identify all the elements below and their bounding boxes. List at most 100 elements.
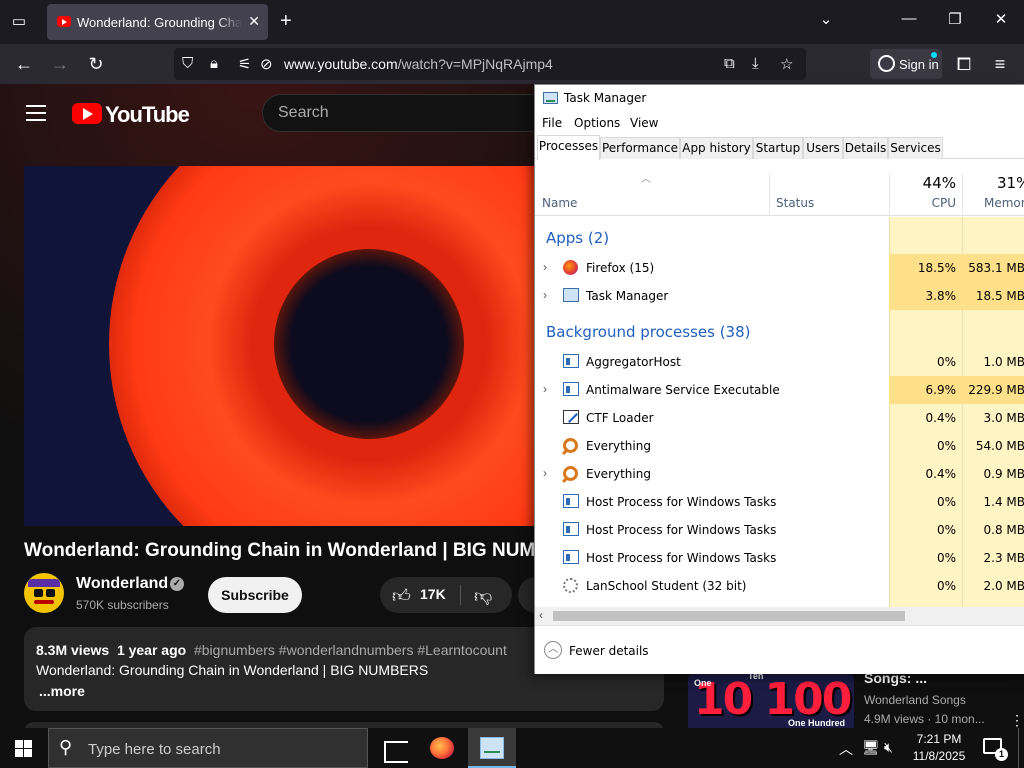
bookmark-star-icon[interactable]: ☆	[780, 55, 793, 73]
memory-total[interactable]: 31%	[997, 174, 1024, 192]
channel-avatar[interactable]	[24, 573, 64, 613]
process-row[interactable]: Host Process for Windows Tasks 0% 2.3 MB	[535, 544, 1024, 572]
lanschool-icon	[563, 578, 578, 593]
subscribe-button[interactable]: Subscribe	[208, 577, 302, 613]
group-apps[interactable]: Apps (2)	[546, 229, 609, 247]
minimize-button[interactable]: —	[897, 10, 921, 27]
clock-date: 11/8/2025	[912, 749, 966, 763]
taskbar-task-manager-button[interactable]	[468, 728, 516, 768]
process-row[interactable]: AggregatorHost 0% 1.0 MB	[535, 348, 1024, 376]
youtube-search-input[interactable]: Search	[262, 94, 562, 132]
windows-start-icon[interactable]	[15, 740, 32, 757]
new-tab-button[interactable]: +	[280, 10, 292, 33]
task-view-icon	[384, 741, 408, 763]
process-row[interactable]: › Firefox (15) 18.5% 583.1 MB	[535, 254, 1024, 282]
scrollbar-thumb[interactable]	[553, 611, 905, 621]
reload-icon[interactable]: ↻	[84, 54, 108, 75]
process-row[interactable]: › Antimalware Service Executable 6.9% 22…	[535, 376, 1024, 404]
taskbar-search-box[interactable]: ⚲ Type here to search	[48, 728, 368, 768]
taskbar-clock[interactable]: 7:21 PM 11/8/2025	[906, 731, 972, 765]
extensions-icon[interactable]: ⧠	[952, 54, 976, 75]
column-status[interactable]: Status	[776, 196, 814, 210]
recommended-thumbnail[interactable]: 10 100 One Ten One Hundred	[688, 672, 854, 728]
video-player[interactable]	[24, 166, 544, 526]
process-memory: 54.0 MB	[975, 439, 1024, 453]
task-manager-titlebar[interactable]: Task Manager	[535, 85, 1024, 113]
process-memory: 2.0 MB	[983, 579, 1024, 593]
list-all-tabs-chevron-icon[interactable]: ⌄	[814, 10, 838, 28]
process-row[interactable]: CTF Loader 0.4% 3.0 MB	[535, 404, 1024, 432]
menu-file[interactable]: File	[542, 116, 562, 130]
process-row[interactable]: Everything 0% 54.0 MB	[535, 432, 1024, 460]
tab-list-icon[interactable]: ▭	[8, 12, 30, 32]
forward-arrow-icon[interactable]: →	[48, 54, 72, 75]
cpu-total[interactable]: 44%	[895, 174, 956, 192]
task-manager-icon	[480, 737, 504, 759]
tab-app-history[interactable]: App history	[680, 137, 753, 159]
description-text: Wonderland: Grounding Chain in Wonderlan…	[36, 662, 429, 678]
browser-tab-active[interactable]: Wonderland: Grounding Chain in Wonderlan…	[47, 4, 268, 40]
back-arrow-icon[interactable]: ←	[12, 54, 36, 75]
menu-options[interactable]: Options	[574, 116, 620, 130]
process-row[interactable]: LanSchool Student (32 bit) 0% 2.0 MB	[535, 572, 1024, 600]
sort-up-chevron-icon: ︿	[641, 174, 651, 185]
group-background-processes[interactable]: Background processes (38)	[546, 323, 751, 341]
process-row[interactable]: › Everything 0.4% 0.9 MB	[535, 460, 1024, 488]
show-more-link[interactable]: ...more	[39, 683, 85, 699]
sign-in-button[interactable]: Sign in	[870, 49, 942, 79]
like-thumb-icon[interactable]: 👍︎	[392, 585, 411, 607]
show-desktop-button[interactable]	[1018, 728, 1024, 768]
network-icon[interactable]: 🖥︎	[862, 739, 880, 756]
task-manager-app-icon	[543, 92, 558, 104]
url-text[interactable]: www.youtube.com/watch?v=MPjNqRAjmp4	[284, 56, 553, 72]
shield-icon[interactable]: ⛉	[182, 55, 193, 72]
expand-chevron-icon[interactable]: ›	[543, 382, 547, 396]
guide-menu-icon[interactable]	[26, 105, 46, 121]
horizontal-scrollbar[interactable]: ‹	[535, 607, 1024, 625]
menu-view[interactable]: View	[630, 116, 658, 130]
window-app-icon	[563, 522, 579, 536]
show-hidden-icons-chevron-icon[interactable]: ︿	[839, 739, 853, 759]
recommended-more-icon[interactable]: ⋮	[1010, 712, 1024, 728]
expand-chevron-icon[interactable]: ›	[543, 466, 547, 480]
url-bar[interactable]: ⛉ 🔒︎ ⚟ ⊘ www.youtube.com/watch?v=MPjNqRA…	[174, 48, 806, 80]
tab-processes[interactable]: Processes	[537, 135, 600, 160]
volume-muted-icon[interactable]: 🔇︎	[884, 739, 893, 756]
column-memory[interactable]: Memory	[984, 196, 1024, 210]
app-menu-icon[interactable]: ≡	[988, 54, 1012, 75]
channel-name[interactable]: Wonderland	[76, 575, 168, 593]
dislike-thumb-icon[interactable]: 👎︎	[474, 585, 492, 607]
process-name: Host Process for Windows Tasks	[586, 495, 777, 509]
chevron-up-circle-icon[interactable]: ︿	[544, 641, 562, 659]
window-app-icon	[563, 494, 579, 508]
fewer-details-button[interactable]: Fewer details	[569, 644, 649, 658]
tab-close-icon[interactable]: ✕	[248, 13, 260, 30]
process-row[interactable]: Host Process for Windows Tasks 0% 0.8 MB	[535, 516, 1024, 544]
lock-icon[interactable]: 🔒︎	[210, 55, 218, 72]
save-to-pocket-icon[interactable]: ⤓	[752, 55, 759, 72]
expand-chevron-icon[interactable]: ›	[543, 288, 547, 302]
tab-startup[interactable]: Startup	[753, 137, 803, 159]
autoplay-blocked-icon[interactable]: ⊘	[260, 55, 273, 73]
task-view-button[interactable]	[368, 728, 416, 768]
permissions-icon[interactable]: ⚟	[238, 55, 251, 73]
like-count[interactable]: 17K	[420, 586, 446, 602]
picture-in-picture-icon[interactable]: ⧉	[724, 55, 735, 72]
expand-chevron-icon[interactable]: ›	[543, 260, 547, 274]
tab-services[interactable]: Services	[888, 137, 943, 159]
column-cpu[interactable]: CPU	[895, 196, 956, 210]
close-window-button[interactable]: ✕	[989, 10, 1013, 28]
taskbar-firefox-button[interactable]	[418, 728, 466, 768]
tab-users[interactable]: Users	[803, 137, 843, 159]
process-name: LanSchool Student (32 bit)	[586, 579, 747, 593]
process-row[interactable]: Host Process for Windows Tasks 0% 1.4 MB	[535, 488, 1024, 516]
tab-details[interactable]: Details	[843, 137, 888, 159]
subscriber-count: 570K subscribers	[76, 598, 169, 612]
recommended-channel[interactable]: Wonderland Songs	[864, 693, 966, 707]
column-name[interactable]: Name	[542, 196, 577, 210]
hashtags[interactable]: #bignumbers #wonderlandnumbers #Learntoc…	[194, 642, 507, 658]
scroll-left-arrow-icon[interactable]: ‹	[539, 608, 543, 622]
process-row[interactable]: › Task Manager 3.8% 18.5 MB	[535, 282, 1024, 310]
restore-button[interactable]: ❐	[943, 10, 967, 28]
tab-performance[interactable]: Performance	[600, 137, 680, 159]
